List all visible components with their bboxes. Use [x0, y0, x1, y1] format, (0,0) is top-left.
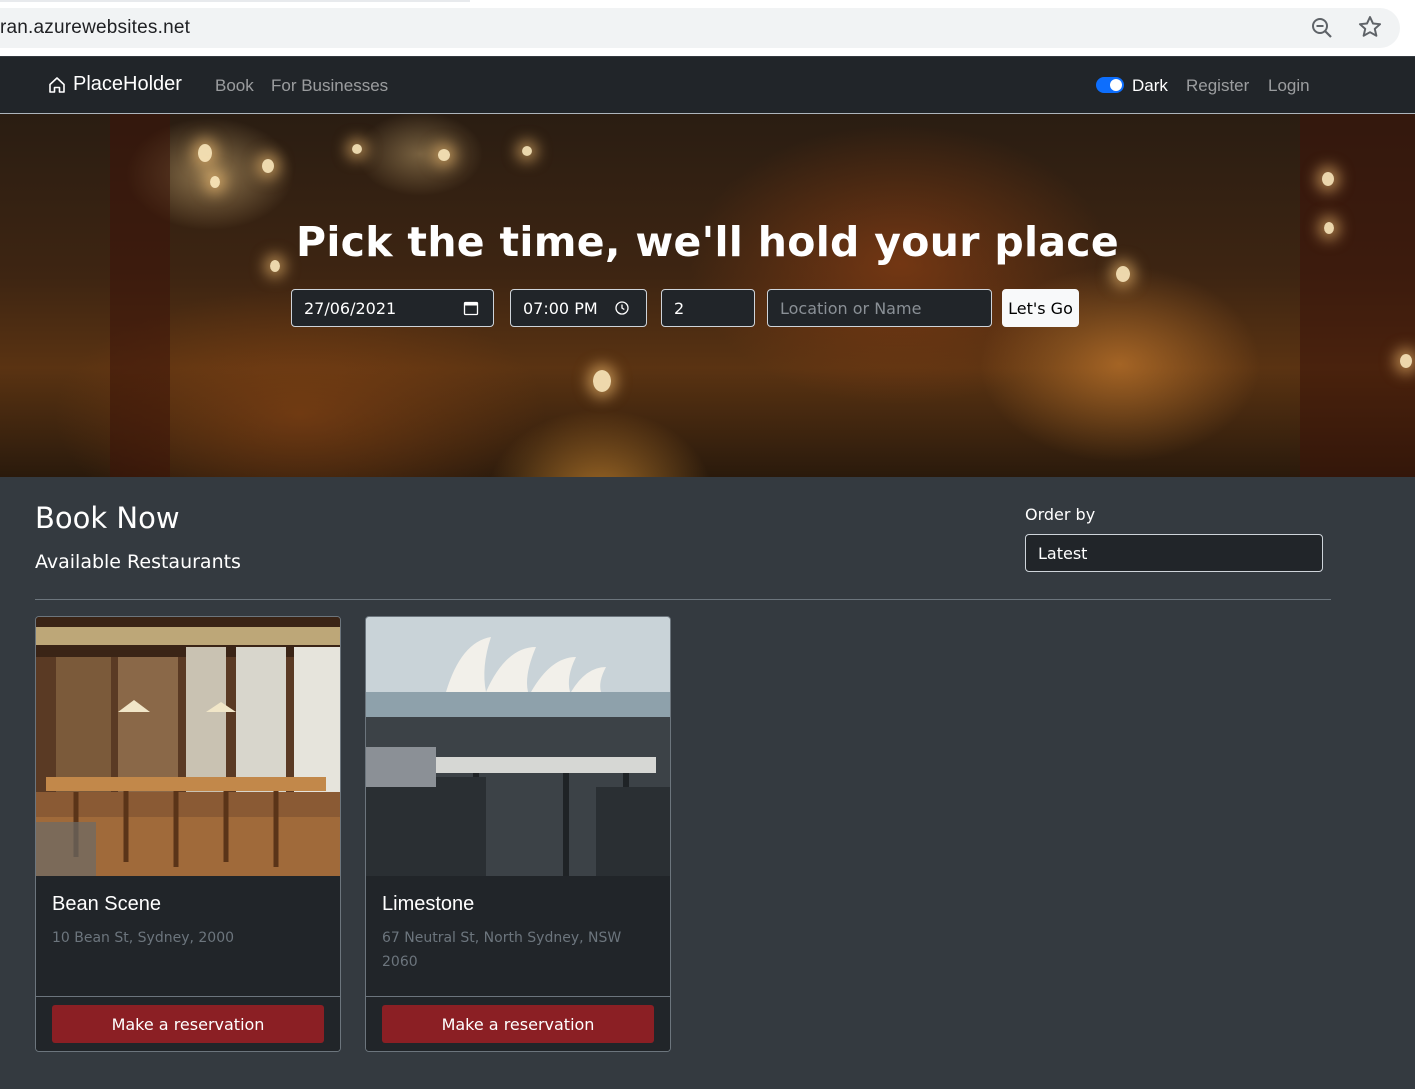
- browser-toolbar: ran.azurewebsites.net: [0, 0, 1415, 56]
- site-navbar: PlaceHolder Book For Businesses Dark Reg…: [0, 57, 1415, 114]
- house-icon: [49, 76, 65, 93]
- hero-light: [522, 146, 532, 156]
- order-by-label: Order by: [1025, 505, 1096, 524]
- order-by-select[interactable]: Latest: [1025, 534, 1323, 572]
- calendar-icon[interactable]: [463, 300, 479, 316]
- hero-light: [1400, 354, 1412, 368]
- toggle-knob: [1110, 79, 1122, 91]
- hero-light: [198, 144, 212, 162]
- hero-bg-shape: [110, 114, 170, 477]
- url-text[interactable]: ran.azurewebsites.net: [0, 17, 190, 39]
- guests-value: 2: [674, 298, 685, 318]
- clock-icon[interactable]: [614, 300, 630, 316]
- time-value: 07:00 PM: [523, 298, 598, 318]
- restaurant-card: Bean Scene 10 Bean St, Sydney, 2000 Make…: [35, 616, 341, 1052]
- bookmark-star-icon[interactable]: [1357, 14, 1383, 40]
- search-input[interactable]: Location or Name: [767, 289, 992, 327]
- hero-light: [210, 176, 220, 188]
- search-placeholder: Location or Name: [780, 298, 922, 318]
- brand-link[interactable]: PlaceHolder: [47, 73, 182, 96]
- guests-input[interactable]: 2: [661, 289, 755, 327]
- nav-link-register[interactable]: Register: [1186, 76, 1249, 96]
- lets-go-button[interactable]: Let's Go: [1002, 289, 1079, 327]
- zoom-out-icon[interactable]: [1310, 16, 1334, 40]
- hero-light: [1116, 266, 1130, 282]
- dark-mode-label: Dark: [1132, 76, 1168, 95]
- tab-strip: [0, 0, 470, 2]
- hero-banner: Pick the time, we'll hold your place 27/…: [0, 114, 1415, 477]
- make-reservation-button[interactable]: Make a reservation: [52, 1005, 324, 1043]
- nav-link-login[interactable]: Login: [1268, 76, 1310, 96]
- hero-title: Pick the time, we'll hold your place: [295, 218, 1120, 266]
- hero-light: [262, 159, 274, 173]
- hero-bg-shape: [1300, 114, 1415, 477]
- page-title: Book Now: [35, 501, 180, 535]
- restaurant-address: 10 Bean St, Sydney, 2000: [52, 930, 235, 946]
- hero-light: [438, 149, 450, 161]
- make-reservation-button[interactable]: Make a reservation: [382, 1005, 654, 1043]
- nav-link-for-businesses[interactable]: For Businesses: [271, 76, 388, 96]
- restaurant-photo: [366, 617, 670, 876]
- card-footer: Make a reservation: [36, 996, 340, 1051]
- hero-light: [352, 144, 362, 154]
- restaurant-address: 67 Neutral St, North Sydney, NSW 2060: [382, 930, 622, 970]
- divider: [35, 599, 1331, 600]
- nav-link-book[interactable]: Book: [215, 76, 254, 96]
- restaurant-name: Limestone: [382, 893, 475, 915]
- dark-mode-toggle[interactable]: [1096, 77, 1124, 93]
- hero-light: [1322, 172, 1334, 186]
- hero-light: [593, 370, 611, 392]
- date-value: 27/06/2021: [304, 298, 397, 318]
- restaurant-name: Bean Scene: [52, 893, 161, 915]
- card-footer: Make a reservation: [366, 996, 670, 1051]
- time-input[interactable]: 07:00 PM: [510, 289, 647, 327]
- brand-name: PlaceHolder: [73, 73, 182, 95]
- section-subtitle: Available Restaurants: [35, 551, 241, 573]
- restaurant-photo: [36, 617, 340, 876]
- address-bar[interactable]: ran.azurewebsites.net: [0, 8, 1400, 48]
- date-input[interactable]: 27/06/2021: [291, 289, 494, 327]
- restaurant-card: Limestone 67 Neutral St, North Sydney, N…: [365, 616, 671, 1052]
